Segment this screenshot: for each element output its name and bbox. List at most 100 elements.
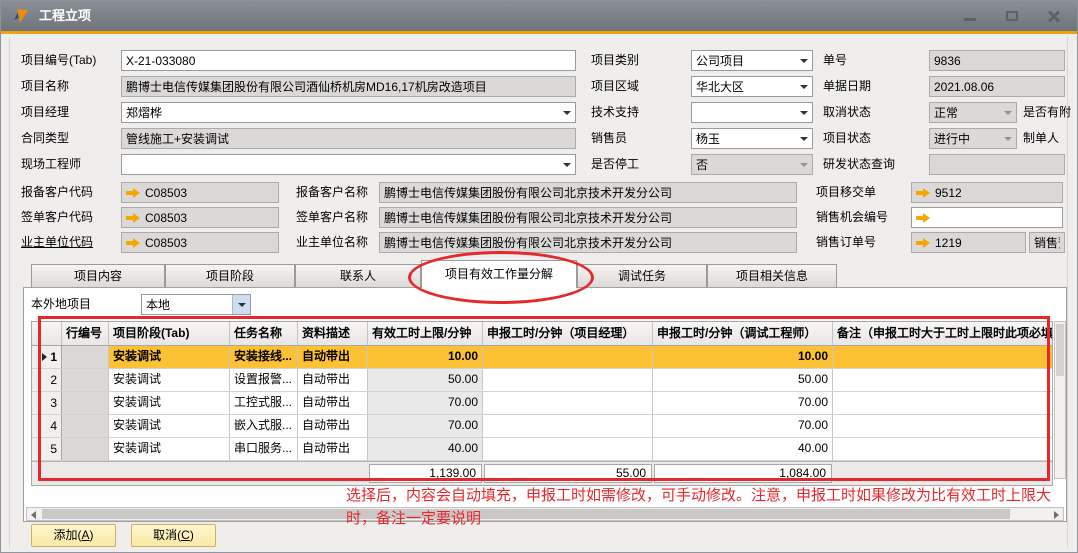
cell-note[interactable] [833,438,1052,460]
project-manager-combo[interactable]: 郑熠桦 [121,102,576,123]
cell-engineer-hours[interactable]: 40.00 [653,438,833,460]
project-region-combo[interactable]: 华北大区 [691,76,813,97]
tab-contacts[interactable]: 联系人 [295,264,421,287]
cell-limit[interactable]: 10.00 [368,346,483,368]
salesperson-combo[interactable]: 杨玉 [691,128,813,149]
row-indicator-cell[interactable]: 1 [32,346,62,368]
cell-task[interactable]: 设置报警... [230,369,298,391]
cell-pm-hours[interactable] [483,392,653,414]
cell-task[interactable]: 嵌入式服... [230,415,298,437]
row-indicator-cell[interactable]: 2 [32,369,62,391]
cell-desc[interactable]: 自动带出 [298,438,368,460]
maximize-icon [1006,11,1018,21]
cell-pm-hours[interactable] [483,438,653,460]
scroll-left-icon[interactable] [31,511,36,519]
cell-pm-hours[interactable] [483,415,653,437]
dropdown-arrow-icon [795,155,812,174]
cell-engineer-hours[interactable]: 50.00 [653,369,833,391]
cell-limit[interactable]: 70.00 [368,415,483,437]
grid-row[interactable]: 4 安装调试 嵌入式服... 自动带出 70.00 70.00 [32,415,1052,438]
rd-status-field [929,154,1065,175]
cell-limit[interactable]: 70.00 [368,392,483,414]
left-border-line [9,37,10,548]
workload-grid: 行编号 项目阶段(Tab) 任务名称 资料描述 有效工时上限/分钟 申报工时/分… [31,321,1053,486]
cell-stage[interactable]: 安装调试 [109,392,230,414]
cell-stage[interactable]: 安装调试 [109,346,230,368]
scrollbar-thumb[interactable] [1056,324,1064,376]
header-pm-hours: 申报工时/分钟（项目经理） [483,322,653,345]
cell-pm-hours[interactable] [483,369,653,391]
grid-row[interactable]: 2 安装调试 设置报警... 自动带出 50.00 50.00 [32,369,1052,392]
tab-project-content[interactable]: 项目内容 [31,264,165,287]
row-indicator-cell[interactable]: 5 [32,438,62,460]
minimize-button[interactable] [963,9,977,23]
row-indicator-cell[interactable]: 3 [32,392,62,414]
link-arrow-icon[interactable] [126,213,140,223]
cell-stage[interactable]: 安装调试 [109,438,230,460]
cell-engineer-hours[interactable]: 70.00 [653,392,833,414]
cancel-button[interactable]: 取消(C) [131,524,216,547]
maximize-button[interactable] [1005,9,1019,23]
sales-opportunity-field[interactable] [911,207,1063,228]
tech-support-combo[interactable] [691,102,813,123]
cell-task[interactable]: 串口服务... [230,438,298,460]
dropdown-arrow-icon[interactable] [558,155,575,174]
grid-row[interactable]: 5 安装调试 串口服务... 自动带出 40.00 40.00 [32,438,1052,461]
transfer-doc-field[interactable]: 9512 [911,182,1063,203]
annotation-text-line2: 时，备注一定要说明 [346,507,481,528]
cell-note[interactable] [833,415,1052,437]
report-customer-code-field[interactable]: C08503 [121,182,279,203]
cell-task[interactable]: 安装接线... [230,346,298,368]
row-indicator-cell[interactable]: 4 [32,415,62,437]
tab-project-info[interactable]: 项目相关信息 [707,264,837,287]
grid-row[interactable]: 3 安装调试 工控式服... 自动带出 70.00 70.00 [32,392,1052,415]
project-no-field[interactable]: X-21-033080 [121,50,576,71]
project-status-label: 项目状态 [823,125,871,151]
cell-engineer-hours[interactable]: 10.00 [653,346,833,368]
cell-desc[interactable]: 自动带出 [298,346,368,368]
owner-unit-code-label[interactable]: 业主单位代码 [21,229,93,255]
dropdown-arrow-icon[interactable] [795,103,812,122]
cell-note[interactable] [833,392,1052,414]
site-engineer-combo[interactable] [121,154,576,175]
dropdown-arrow-icon[interactable] [232,295,250,314]
add-button[interactable]: 添加(A) [31,524,116,547]
local-project-combo[interactable]: 本地 [141,294,251,315]
cell-desc[interactable]: 自动带出 [298,415,368,437]
scroll-right-icon[interactable] [1054,511,1059,519]
grid-horizontal-scrollbar[interactable] [26,507,1064,521]
close-button[interactable] [1047,9,1061,23]
cell-stage[interactable]: 安装调试 [109,415,230,437]
link-arrow-icon[interactable] [126,188,140,198]
cell-note[interactable] [833,369,1052,391]
dropdown-arrow-icon[interactable] [558,103,575,122]
grid-row[interactable]: 1 安装调试 安装接线... 自动带出 10.00 10.00 [32,346,1052,369]
scrollbar-thumb[interactable] [42,509,1010,519]
tab-debug-tasks[interactable]: 调试任务 [577,264,707,287]
cell-stage[interactable]: 安装调试 [109,369,230,391]
cell-limit[interactable]: 40.00 [368,438,483,460]
link-arrow-icon[interactable] [916,238,930,248]
link-arrow-icon[interactable] [916,188,930,198]
sign-customer-code-field[interactable]: C08503 [121,207,279,228]
owner-unit-name-field: 鹏博士电信传媒集团股份有限公司北京技术开发分公司 [379,232,797,253]
dropdown-arrow-icon[interactable] [795,51,812,70]
cell-note[interactable] [833,346,1052,368]
window-title: 工程立项 [39,1,91,31]
cell-task[interactable]: 工控式服... [230,392,298,414]
link-arrow-icon[interactable] [126,238,140,248]
dropdown-arrow-icon[interactable] [795,77,812,96]
owner-unit-code-field[interactable]: C08503 [121,232,279,253]
cell-limit[interactable]: 50.00 [368,369,483,391]
cell-pm-hours[interactable] [483,346,653,368]
project-category-combo[interactable]: 公司项目 [691,50,813,71]
tab-project-stage[interactable]: 项目阶段 [165,264,295,287]
grid-vertical-scrollbar[interactable] [1054,321,1066,479]
cell-desc[interactable]: 自动带出 [298,369,368,391]
dropdown-arrow-icon[interactable] [795,129,812,148]
cell-desc[interactable]: 自动带出 [298,392,368,414]
sales-order-field[interactable]: 1219 [911,232,1026,253]
link-arrow-icon[interactable] [916,213,930,223]
cell-engineer-hours[interactable]: 70.00 [653,415,833,437]
tab-workload-breakdown[interactable]: 项目有效工作量分解 [421,260,577,288]
